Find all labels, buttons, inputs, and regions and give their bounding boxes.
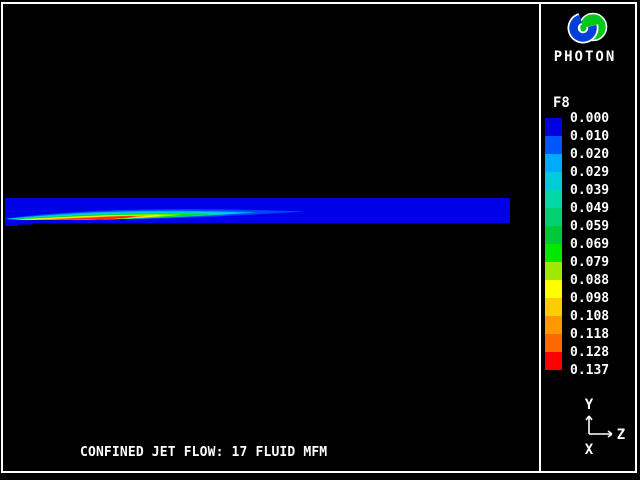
legend-swatch-0 <box>545 118 562 136</box>
legend-swatch-2 <box>545 154 562 172</box>
legend-value-5: 0.049 <box>570 201 610 216</box>
legend-value-1: 0.010 <box>570 129 610 144</box>
duct-step <box>5 223 33 225</box>
legend-values: 0.000 0.010 0.020 0.029 0.039 0.049 0.059 0.069… <box>570 110 609 380</box>
x-axis-label: X <box>585 442 594 458</box>
window-frame <box>1 2 637 473</box>
legend-value-8: 0.079 <box>570 255 610 270</box>
photon-window: { "window": { "background": "#000000", "… <box>0 0 640 480</box>
z-axis-label: Z <box>617 427 625 443</box>
duct-step <box>5 224 18 226</box>
legend-value-11: 0.108 <box>570 309 610 324</box>
legend-swatch-9 <box>545 280 562 298</box>
legend-value-3: 0.029 <box>570 165 610 180</box>
legend-value-6: 0.059 <box>570 219 610 234</box>
legend-swatch-10 <box>545 298 562 316</box>
jet-flow-plot <box>5 198 510 226</box>
legend-swatch-7 <box>545 244 562 262</box>
panel-divider <box>539 2 541 473</box>
plot-caption: CONFINED JET FLOW: 17 FLUID MFM <box>80 445 328 460</box>
orientation-axes: Y Z X <box>585 397 625 458</box>
legend-value-10: 0.098 <box>570 291 610 306</box>
legend-value-13: 0.128 <box>570 345 610 360</box>
legend-variable-title: F8 <box>553 95 570 111</box>
photon-logo-icon <box>567 12 608 44</box>
legend-value-0: 0.000 <box>570 111 610 126</box>
legend-value-12: 0.118 <box>570 327 610 342</box>
legend-swatches <box>545 118 562 370</box>
legend-swatch-5 <box>545 208 562 226</box>
legend-value-2: 0.020 <box>570 147 610 162</box>
main-viewport[interactable] <box>5 198 510 226</box>
legend-swatch-8 <box>545 262 562 280</box>
logo-label: PHOTON <box>553 49 617 65</box>
legend-value-14: 0.137 <box>570 363 610 378</box>
legend-value-4: 0.039 <box>570 183 610 198</box>
legend-swatch-12 <box>545 334 562 352</box>
legend-swatch-11 <box>545 316 562 334</box>
legend-value-7: 0.069 <box>570 237 610 252</box>
legend-value-9: 0.088 <box>570 273 610 288</box>
legend-swatch-6 <box>545 226 562 244</box>
legend-swatch-1 <box>545 136 562 154</box>
y-axis-label: Y <box>585 397 594 413</box>
legend-swatch-4 <box>545 190 562 208</box>
legend-swatch-13 <box>545 352 562 370</box>
legend-swatch-3 <box>545 172 562 190</box>
